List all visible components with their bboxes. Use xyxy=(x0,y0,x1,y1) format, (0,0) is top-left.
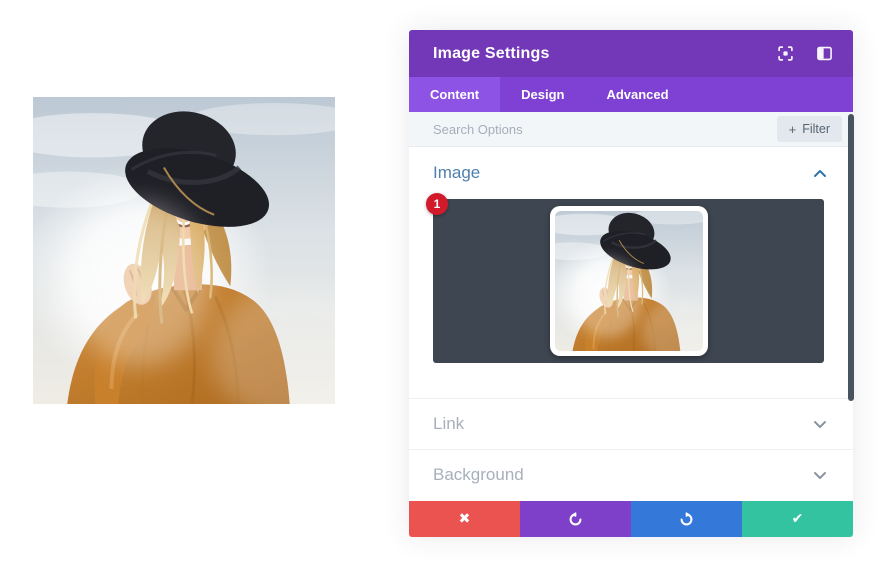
section-title-link: Link xyxy=(433,414,465,433)
image-settings-modal: Image Settings Content Design Advanced +… xyxy=(409,30,854,537)
section-header-image[interactable]: Image xyxy=(409,147,853,199)
modal-title: Image Settings xyxy=(433,44,550,62)
close-x-icon: ✖ xyxy=(458,511,471,527)
modal-scrollbar-thumb[interactable] xyxy=(848,114,854,401)
tab-content[interactable]: Content xyxy=(409,77,501,112)
split-view-icon[interactable] xyxy=(816,45,833,62)
chevron-down-icon[interactable] xyxy=(813,471,827,480)
chevron-up-icon[interactable] xyxy=(813,169,827,178)
chevron-down-icon[interactable] xyxy=(813,420,827,429)
section-header-link[interactable]: Link xyxy=(409,398,853,449)
focus-frame-icon[interactable] xyxy=(777,45,794,62)
checkmark-icon: ✔ xyxy=(791,511,804,527)
portrait-photo xyxy=(33,97,335,404)
redo-button[interactable] xyxy=(631,501,742,537)
section-title-background: Background xyxy=(433,465,524,484)
modal-header: Image Settings xyxy=(409,30,853,77)
filter-button-label: Filter xyxy=(802,122,830,136)
search-options-bar: + Filter xyxy=(409,112,853,147)
settings-content: Image 1 Link Background xyxy=(409,147,853,501)
step-badge: 1 xyxy=(426,193,448,215)
section-title-image: Image xyxy=(433,163,481,182)
redo-icon xyxy=(680,511,693,525)
confirm-button[interactable]: ✔ xyxy=(742,501,853,537)
thumbnail-photo xyxy=(555,211,703,351)
image-upload-area[interactable]: 1 xyxy=(426,193,824,363)
settings-tab-bar: Content Design Advanced xyxy=(409,77,853,112)
page-image-module[interactable] xyxy=(33,97,335,404)
undo-button[interactable] xyxy=(520,501,631,537)
search-options-input[interactable] xyxy=(433,121,777,137)
plus-icon: + xyxy=(788,121,797,137)
tab-advanced[interactable]: Advanced xyxy=(585,77,689,112)
discard-button[interactable]: ✖ xyxy=(409,501,520,537)
section-header-background[interactable]: Background xyxy=(409,449,853,500)
filter-button[interactable]: + Filter xyxy=(776,116,842,142)
tab-design[interactable]: Design xyxy=(500,77,585,112)
undo-icon xyxy=(569,511,582,525)
modal-action-bar: ✖ ✔ xyxy=(409,501,853,537)
image-thumbnail[interactable] xyxy=(549,206,708,356)
